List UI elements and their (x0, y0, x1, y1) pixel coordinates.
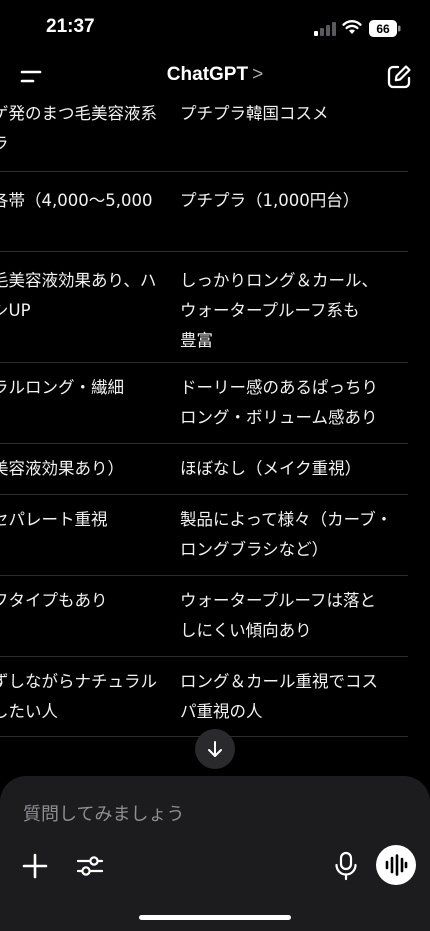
battery-level: 66 (376, 22, 390, 36)
cell-line: シUP (0, 301, 31, 320)
table-cell: フタイプもあり (0, 586, 172, 616)
page-title: ChatGPT (166, 64, 249, 85)
cell-line: ウォータープルーフは落と (180, 591, 377, 610)
table-row: セパレート重視 製品によって様々（カーブ・ ロングブラシなど） (0, 495, 430, 576)
scroll-down-button[interactable] (195, 729, 235, 769)
cell-line: したい人 (0, 702, 58, 721)
cell-line: プチプラ韓国コスメ (180, 104, 329, 123)
cell-line: ロング・ボリューム感あり (180, 408, 378, 427)
table-cell: プチプラ（1,000円台） (180, 186, 408, 216)
cellular-signal-icon (314, 22, 336, 36)
cell-line: ロングブラシなど） (180, 540, 329, 559)
cell-line: ほぼなし（メイク重視） (180, 459, 362, 478)
cell-line: セパレート重視 (0, 510, 108, 529)
table-cell: ずしながらナチュラル したい人 (0, 667, 172, 727)
composer: 質問してみましょう (0, 776, 430, 931)
plus-icon[interactable] (20, 851, 50, 881)
table-cell: 製品によって様々（カーブ・ ロングブラシなど） (180, 505, 408, 565)
table-cell: ロング＆カール重視でコス パ重視の人 (180, 667, 408, 727)
cell-line: しにくい傾向あり (180, 621, 312, 640)
table-row: ラルロング・繊細 ドーリー感のあるぱっちり ロング・ボリューム感あり (0, 363, 430, 444)
cell-line: 毛美容液効果あり、ハ (0, 271, 157, 290)
table-cell: ほぼなし（メイク重視） (180, 454, 408, 484)
cell-line: パ重視の人 (180, 702, 263, 721)
cell-line: 製品によって様々（カーブ・ (180, 510, 393, 529)
table-cell: ラルロング・繊細 (0, 373, 172, 403)
table-cell: しっかりロング＆カール、 ウォータープルーフ系も 豊富 (180, 266, 408, 356)
table-cell: 毛美容液効果あり、ハ シUP (0, 266, 172, 326)
wifi-icon (342, 20, 362, 34)
voice-mode-button[interactable] (376, 845, 416, 885)
table-row: ずしながらナチュラル したい人 ロング＆カール重視でコス パ重視の人 (0, 657, 430, 737)
table-cell: ゲ発のまつ毛美容液系ラ (0, 99, 172, 159)
nav-bar: ChatGPT > (0, 56, 430, 98)
cell-line: しっかりロング＆カール、 (180, 271, 378, 290)
table-row: ゲ発のまつ毛美容液系ラプチプラ韓国コスメ (0, 98, 430, 172)
status-time: 21:37 (46, 16, 95, 37)
cell-line: ずしながらナチュラル (0, 672, 157, 691)
cell-line: 美容液効果あり） (0, 459, 124, 478)
compose-icon[interactable] (386, 64, 412, 90)
message-input[interactable]: 質問してみましょう (23, 800, 184, 826)
arrow-down-icon (208, 741, 222, 757)
cell-line: ラ (0, 134, 9, 153)
table-cell: セパレート重視 (0, 505, 172, 535)
home-indicator (139, 915, 291, 920)
cell-line: ゲ発のまつ毛美容液系 (0, 104, 157, 123)
table-row: 各帯（4,000〜5,000 ） プチプラ（1,000円台） (0, 172, 430, 252)
chevron-right-icon: > (252, 64, 264, 85)
table-row: 毛美容液効果あり、ハ シUP しっかりロング＆カール、 ウォータープルーフ系も 豊富 (0, 252, 430, 363)
table-cell: ドーリー感のあるぱっちり ロング・ボリューム感あり (180, 373, 408, 433)
cell-line: ラルロング・繊細 (0, 378, 124, 397)
table-cell: 美容液効果あり） (0, 454, 172, 484)
table-cell: プチプラ韓国コスメ (180, 99, 408, 129)
cell-line: 各帯（4,000〜5,000 (0, 191, 153, 210)
battery-icon: 66 (369, 20, 401, 37)
table-row: 美容液効果あり） ほぼなし（メイク重視） (0, 444, 430, 495)
sliders-icon[interactable] (75, 851, 105, 881)
table-row: フタイプもあり ウォータープルーフは落と しにくい傾向あり (0, 576, 430, 657)
mic-icon[interactable] (332, 850, 360, 882)
table-cell: 各帯（4,000〜5,000 ） (0, 186, 172, 246)
status-bar: 21:37 66 (0, 0, 430, 56)
cell-line: ドーリー感のあるぱっちり (180, 378, 378, 397)
voice-waveform-icon (385, 854, 408, 876)
cell-line: 豊富 (180, 331, 213, 350)
cell-line: プチプラ（1,000円台） (180, 191, 360, 210)
table-cell: ウォータープルーフは落と しにくい傾向あり (180, 586, 408, 646)
cell-line: フタイプもあり (0, 591, 108, 610)
model-selector[interactable]: ChatGPT > (0, 64, 430, 86)
cell-line: ウォータープルーフ系も (180, 301, 360, 320)
cell-line: ロング＆カール重視でコス (180, 672, 378, 691)
cell-line: ） (0, 216, 172, 246)
